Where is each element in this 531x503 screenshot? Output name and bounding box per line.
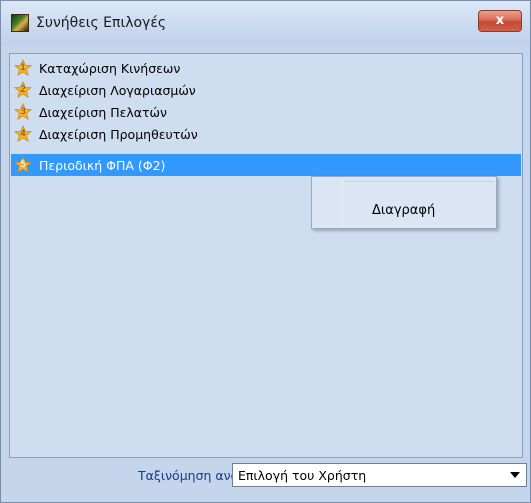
star-icon: 2 bbox=[13, 80, 33, 100]
context-menu: Διαγραφή bbox=[311, 176, 497, 229]
menu-separator bbox=[344, 181, 494, 182]
chevron-down-icon[interactable] bbox=[510, 472, 520, 478]
star-icon: 3 bbox=[13, 102, 33, 122]
sort-select[interactable]: Επιλογή του Χρήστη bbox=[232, 463, 527, 487]
window-title: Συνήθεις Επιλογές bbox=[36, 15, 167, 31]
list-item[interactable]: 1 Καταχώριση Κινήσεων bbox=[11, 57, 521, 79]
app-icon bbox=[11, 14, 29, 32]
delete-menu-item[interactable]: Διαγραφή bbox=[314, 199, 494, 223]
list-item-selected[interactable]: 5 Περιοδική ΦΠΑ (Φ2) bbox=[11, 154, 521, 176]
list-item[interactable]: 3 Διαχείριση Πελατών bbox=[11, 101, 521, 123]
close-button[interactable]: x bbox=[478, 10, 522, 32]
list-item-label: Περιοδική ΦΠΑ (Φ2) bbox=[39, 157, 166, 173]
star-badge: 1 bbox=[20, 63, 26, 73]
sort-label: Ταξινόμηση ανά bbox=[138, 468, 239, 483]
star-badge: 5 bbox=[20, 160, 26, 170]
list-item[interactable]: 2 Διαχείριση Λογαριασμών bbox=[11, 79, 521, 101]
list-item[interactable]: 4 Διαχείριση Προμηθευτών bbox=[11, 123, 521, 145]
star-badge: 2 bbox=[20, 85, 26, 95]
favorites-list[interactable]: 1 Καταχώριση Κινήσεων 2 Διαχείριση Λογαρ… bbox=[9, 53, 523, 458]
star-badge: 4 bbox=[20, 129, 26, 139]
star-icon: 5 bbox=[13, 155, 33, 175]
list-item-label: Διαχείριση Προμηθευτών bbox=[39, 126, 198, 142]
sort-select-value: Επιλογή του Χρήστη bbox=[238, 468, 367, 483]
star-icon: 4 bbox=[13, 124, 33, 144]
star-badge: 3 bbox=[20, 107, 26, 117]
dialog-window: Συνήθεις Επιλογές x 1 Καταχώριση Κινήσεω… bbox=[0, 0, 531, 503]
list-item-label: Καταχώριση Κινήσεων bbox=[39, 60, 181, 76]
star-icon: 1 bbox=[13, 58, 33, 78]
list-item-label: Διαχείριση Πελατών bbox=[39, 104, 167, 120]
list-item-label: Διαχείριση Λογαριασμών bbox=[39, 82, 196, 98]
title-bar[interactable]: Συνήθεις Επιλογές x bbox=[1, 1, 530, 45]
